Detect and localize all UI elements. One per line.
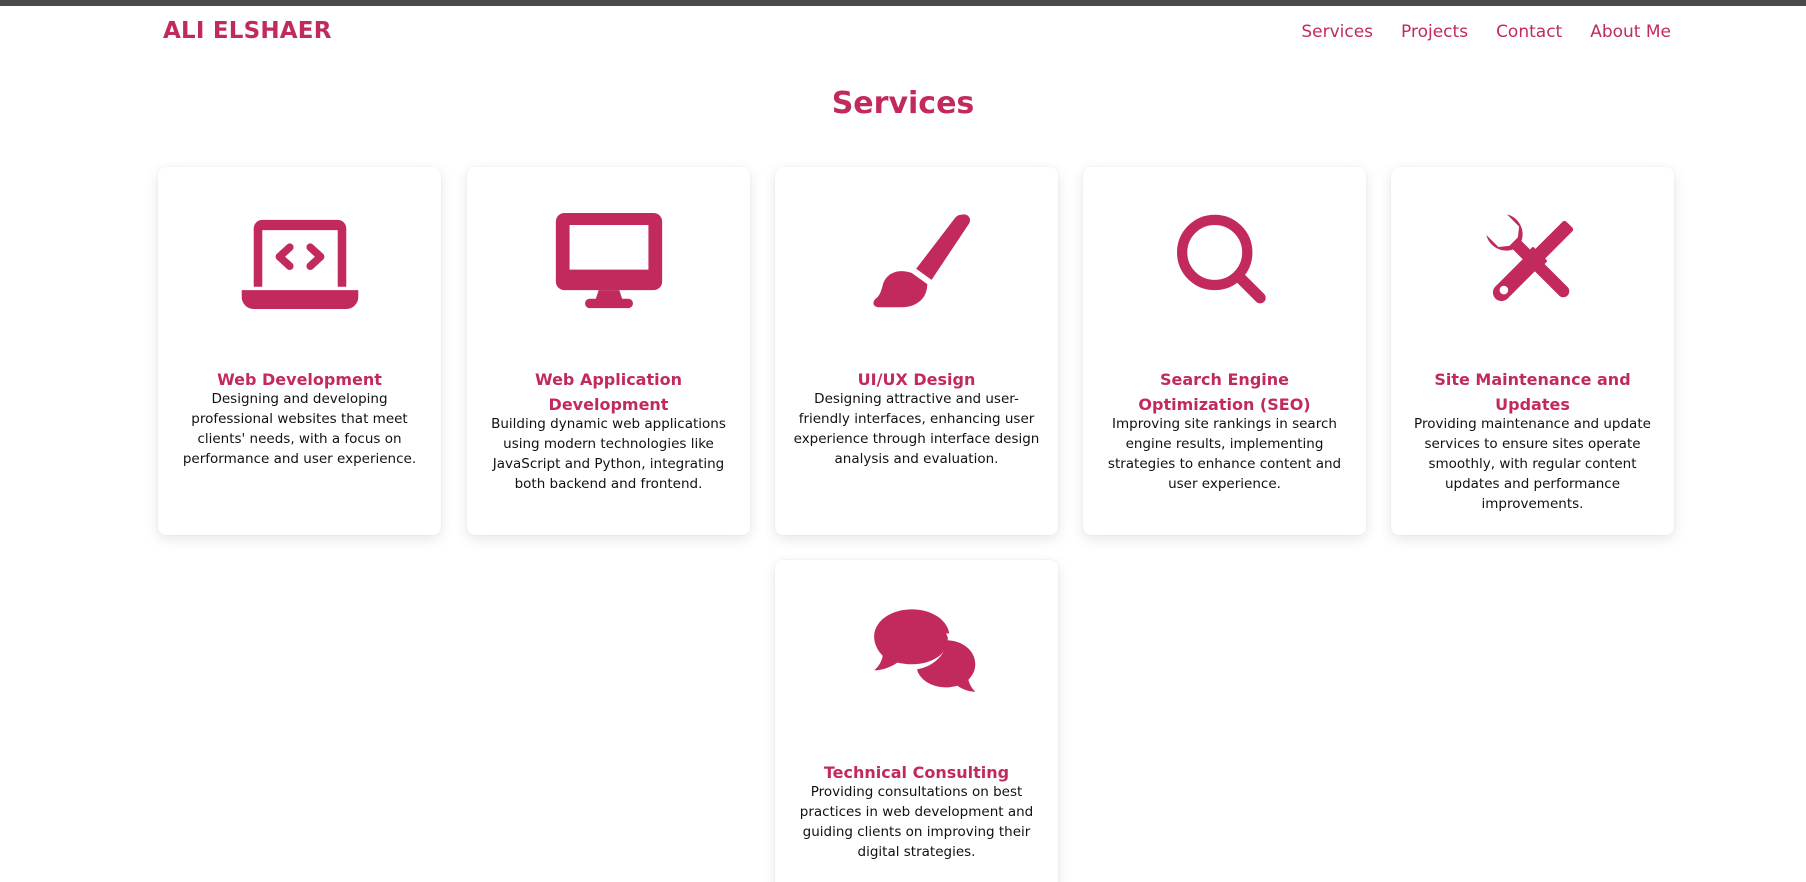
service-description: Designing and developing professional we… <box>182 391 417 467</box>
service-title: Site Maintenance and Updates <box>1434 370 1631 414</box>
service-card-seo: Search Engine Optimization (SEO) Improvi… <box>1083 167 1366 535</box>
service-card-ui-ux-design: UI/UX Design Designing attractive and us… <box>775 167 1058 535</box>
service-card-web-development: Web Development Designing and developing… <box>158 167 441 535</box>
services-title: Services <box>831 86 975 121</box>
nav-link-services[interactable]: Services <box>1301 22 1373 42</box>
service-description: Building dynamic web applications using … <box>491 416 726 492</box>
service-card-technical-consulting: Technical Consulting Providing consultat… <box>775 560 1058 882</box>
service-card-web-application-development: Web Application Development Building dyn… <box>467 167 750 535</box>
paintbrush-icon <box>775 205 1058 317</box>
service-description: Providing consultations on best practice… <box>799 784 1034 860</box>
service-title: Web Application Development <box>534 370 682 414</box>
search-icon <box>1083 205 1366 317</box>
service-description: Designing attractive and user-friendly i… <box>793 391 1040 467</box>
main-nav: Services Projects Contact About Me <box>1301 22 1671 42</box>
tools-icon <box>1391 205 1674 317</box>
service-description: Improving site rankings in search engine… <box>1107 416 1342 492</box>
laptop-code-icon <box>158 205 441 317</box>
nav-link-about-me[interactable]: About Me <box>1590 22 1671 42</box>
comments-icon <box>775 598 1058 710</box>
navbar: ALI ELSHAER Services Projects Contact Ab… <box>0 6 1806 58</box>
service-title: Search Engine Optimization (SEO) <box>1138 370 1311 414</box>
brand-logo[interactable]: ALI ELSHAER <box>163 18 332 44</box>
nav-link-contact[interactable]: Contact <box>1496 22 1562 42</box>
service-description: Providing maintenance and update service… <box>1414 416 1651 512</box>
service-card-site-maintenance: Site Maintenance and Updates Providing m… <box>1391 167 1674 535</box>
desktop-icon <box>467 205 750 317</box>
nav-link-projects[interactable]: Projects <box>1401 22 1468 42</box>
